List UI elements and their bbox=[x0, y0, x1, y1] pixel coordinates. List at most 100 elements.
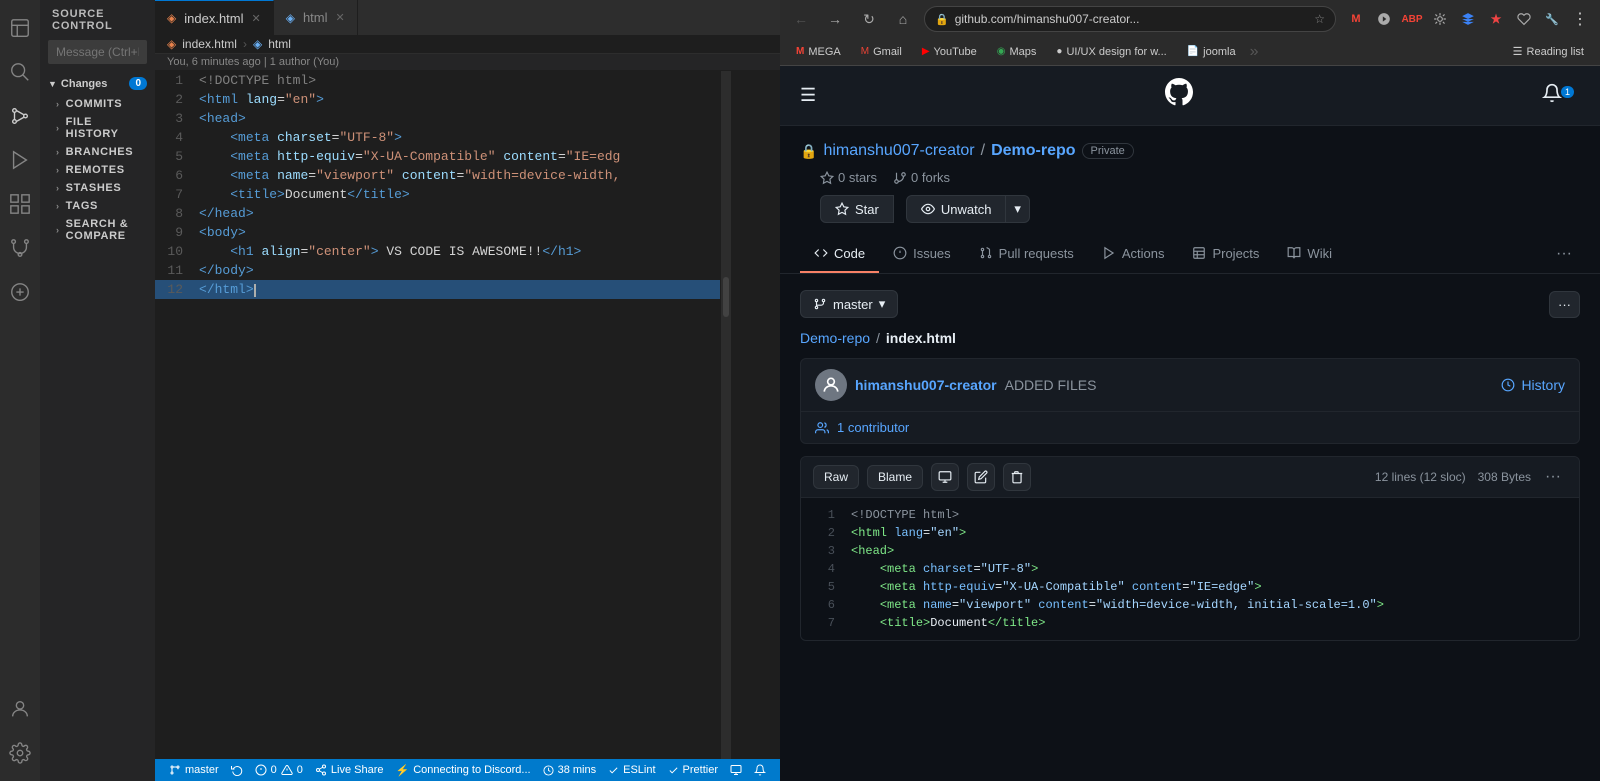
nav-more[interactable]: ··· bbox=[1548, 235, 1580, 273]
minimap bbox=[730, 71, 780, 759]
nav-pull-requests[interactable]: Pull requests bbox=[965, 236, 1088, 273]
changes-section-header[interactable]: ▼ Changes 0 bbox=[40, 74, 155, 93]
file-code[interactable]: 1 <!DOCTYPE html> 2 <html lang="en"> 3 <… bbox=[801, 498, 1579, 640]
extension-2[interactable] bbox=[1372, 7, 1396, 31]
branch-selector[interactable]: master ▾ bbox=[800, 290, 898, 318]
code-line-10: 10 <h1 align="center"> VS CODE IS AWESOM… bbox=[155, 242, 720, 261]
repo-name[interactable]: Demo-repo bbox=[991, 142, 1075, 160]
status-time[interactable]: 38 mins bbox=[537, 764, 603, 777]
address-text: github.com/himanshu007-creator... bbox=[955, 12, 1309, 26]
unwatch-btn[interactable]: Unwatch bbox=[906, 195, 1007, 223]
bookmark-youtube[interactable]: ▶ YouTube bbox=[914, 44, 985, 60]
extension-1[interactable]: M bbox=[1344, 7, 1368, 31]
commit-header: himanshu007-creator ADDED FILES History bbox=[801, 359, 1579, 411]
account-icon[interactable] bbox=[0, 689, 40, 729]
nav-actions[interactable]: Actions bbox=[1088, 236, 1179, 273]
watch-dropdown[interactable]: ▾ bbox=[1006, 195, 1030, 223]
bookmark-gmail[interactable]: M Gmail bbox=[853, 44, 910, 60]
delete-btn[interactable] bbox=[1003, 463, 1031, 491]
hamburger-menu[interactable]: ☰ bbox=[800, 85, 816, 106]
status-sync[interactable] bbox=[225, 764, 249, 776]
watch-action-group: Unwatch ▾ bbox=[906, 195, 1030, 223]
forward-btn[interactable]: → bbox=[822, 6, 848, 32]
preview-btn[interactable] bbox=[931, 463, 959, 491]
file-more-btn[interactable]: ··· bbox=[1539, 463, 1567, 491]
explorer-icon[interactable] bbox=[0, 8, 40, 48]
branches-item[interactable]: › BRANCHES bbox=[40, 143, 155, 161]
remotes-item[interactable]: › REMOTES bbox=[40, 161, 155, 179]
search-icon[interactable] bbox=[0, 52, 40, 92]
github-logo[interactable] bbox=[1165, 78, 1193, 113]
bookmark-joomla[interactable]: 📄 joomla bbox=[1179, 44, 1244, 60]
back-btn[interactable]: ← bbox=[788, 6, 814, 32]
bookmark-reading-list[interactable]: ☰ Reading list bbox=[1505, 43, 1592, 60]
code-editor[interactable]: 1 <!DOCTYPE html> 2 <html lang="en"> 3 <… bbox=[155, 71, 780, 759]
extension-6[interactable] bbox=[1512, 7, 1536, 31]
status-branch[interactable]: master bbox=[163, 764, 225, 776]
status-prettier[interactable]: Prettier bbox=[662, 764, 724, 777]
file-history-item[interactable]: › FILE HISTORY bbox=[40, 113, 155, 143]
more-options[interactable]: ⋮ bbox=[1568, 7, 1592, 31]
gh-code-line-7: 7 <title>Document</title> bbox=[801, 614, 1579, 632]
refresh-btn[interactable]: ↻ bbox=[856, 6, 882, 32]
lock-icon: 🔒 bbox=[935, 13, 949, 26]
gh-content[interactable]: ☰ 1 🔒 himanshu007-creator / Demo-repo Pr… bbox=[780, 66, 1600, 781]
settings-icon[interactable] bbox=[0, 733, 40, 773]
code-line-5: 5 <meta http-equiv="X-UA-Compatible" con… bbox=[155, 147, 720, 166]
tab-html[interactable]: ◈ html ✕ bbox=[274, 0, 358, 35]
blame-btn[interactable]: Blame bbox=[867, 465, 923, 489]
edit-btn[interactable] bbox=[967, 463, 995, 491]
history-btn[interactable]: History bbox=[1501, 377, 1565, 393]
bookmark-mega[interactable]: M MEGA bbox=[788, 44, 849, 60]
editor-scrollbar[interactable] bbox=[720, 71, 730, 759]
live-share-icon[interactable] bbox=[0, 272, 40, 312]
commit-message: ADDED FILES bbox=[1005, 377, 1097, 393]
status-terminal[interactable] bbox=[724, 764, 748, 777]
gh-code-line-6: 6 <meta name="viewport" content="width=d… bbox=[801, 596, 1579, 614]
code-line-7: 7 <title>Document</title> bbox=[155, 185, 720, 204]
extension-4[interactable] bbox=[1456, 7, 1480, 31]
extensions-icon[interactable] bbox=[0, 184, 40, 224]
extension-7[interactable]: 🔧 bbox=[1540, 7, 1564, 31]
extension-3[interactable] bbox=[1428, 7, 1452, 31]
raw-btn[interactable]: Raw bbox=[813, 465, 859, 489]
nav-projects[interactable]: Projects bbox=[1178, 236, 1273, 273]
nav-code[interactable]: Code bbox=[800, 236, 879, 273]
tab-index-html[interactable]: ◈ index.html ✕ bbox=[155, 0, 274, 35]
file-path-repo-link[interactable]: Demo-repo bbox=[800, 330, 870, 346]
tags-item[interactable]: › TAGS bbox=[40, 197, 155, 215]
commit-author[interactable]: himanshu007-creator bbox=[855, 377, 997, 393]
status-live-share[interactable]: Live Share bbox=[309, 764, 390, 776]
commits-item[interactable]: › COMMITS bbox=[40, 95, 155, 113]
gh-code-line-1: 1 <!DOCTYPE html> bbox=[801, 506, 1579, 524]
star-btn[interactable]: Star bbox=[820, 195, 894, 223]
bookmark-maps[interactable]: ◉ Maps bbox=[989, 44, 1045, 60]
sidebar: SOURCE CONTROL ▼ Changes 0 › COMMITS › F… bbox=[40, 0, 155, 781]
stashes-item[interactable]: › STASHES bbox=[40, 179, 155, 197]
status-discord[interactable]: ⚡ Connecting to Discord... bbox=[389, 764, 536, 777]
status-notifications[interactable] bbox=[748, 764, 772, 777]
file-path-current: index.html bbox=[886, 330, 956, 346]
html-icon: ◈ bbox=[286, 11, 295, 25]
nav-wiki[interactable]: Wiki bbox=[1273, 236, 1346, 273]
nav-issues[interactable]: Issues bbox=[879, 236, 965, 273]
extension-5[interactable]: ★ bbox=[1484, 7, 1508, 31]
status-right: ⚡ Connecting to Discord... 38 mins ESLin… bbox=[389, 764, 772, 777]
changes-badge: 0 bbox=[129, 77, 147, 90]
git-graph-icon[interactable] bbox=[0, 228, 40, 268]
branch-more-btn[interactable]: ··· bbox=[1549, 291, 1580, 318]
status-eslint[interactable]: ESLint bbox=[602, 764, 661, 777]
address-bar[interactable]: 🔒 github.com/himanshu007-creator... ☆ bbox=[924, 6, 1336, 32]
source-control-icon[interactable] bbox=[0, 96, 40, 136]
status-errors[interactable]: 0 0 bbox=[249, 764, 309, 776]
notification-bell[interactable]: 1 bbox=[1542, 83, 1580, 108]
bookmark-uiux[interactable]: ● UI/UX design for w... bbox=[1048, 44, 1174, 60]
search-compare-item[interactable]: › SEARCH & COMPARE bbox=[40, 215, 155, 245]
forks-stat: 0 forks bbox=[893, 170, 950, 185]
extension-abp[interactable]: ABP bbox=[1400, 7, 1424, 31]
repo-owner-link[interactable]: himanshu007-creator bbox=[823, 142, 974, 160]
commit-message-input[interactable] bbox=[48, 40, 147, 64]
status-bar: master 0 0 Live Share ⚡ Connecting to Di… bbox=[155, 759, 780, 781]
run-icon[interactable] bbox=[0, 140, 40, 180]
home-btn[interactable]: ⌂ bbox=[890, 6, 916, 32]
